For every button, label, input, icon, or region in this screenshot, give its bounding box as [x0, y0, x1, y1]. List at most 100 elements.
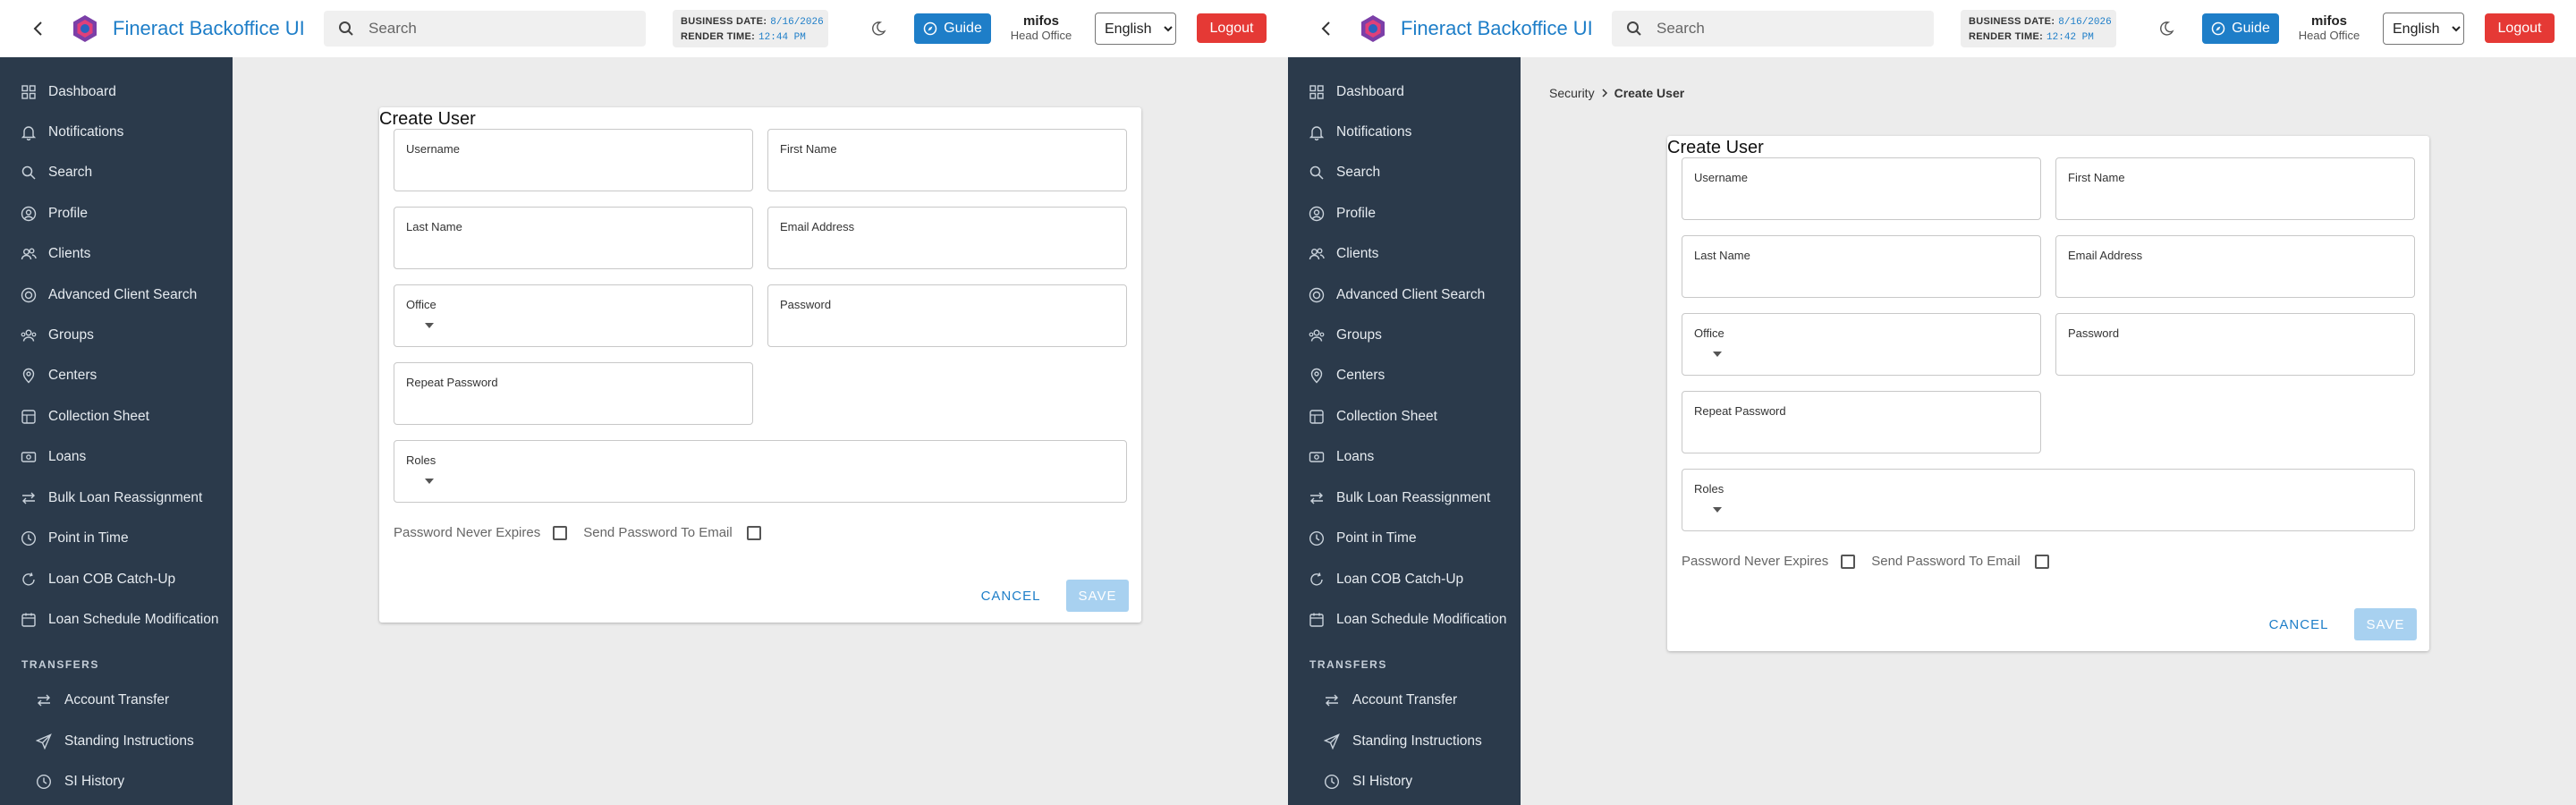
breadcrumb-security[interactable]: Security	[1549, 86, 1595, 100]
arrows-icon	[1309, 490, 1325, 506]
sidebar-item-label: Collection Sheet	[48, 409, 149, 424]
office-select[interactable]: Office	[1682, 313, 2041, 376]
sidebar-item-profile[interactable]: Profile	[1288, 196, 1521, 232]
chevron-down-icon	[425, 323, 434, 328]
sidebar-item-notifications[interactable]: Notifications	[0, 114, 233, 150]
sidebar-section-transfers: TRANSFERS	[1309, 658, 1387, 671]
field-label: Repeat Password	[406, 376, 498, 389]
sidebar-item-loans[interactable]: Loans	[0, 439, 233, 475]
sidebar-item-dashboard[interactable]: Dashboard	[0, 74, 233, 110]
office-select[interactable]: Office	[394, 284, 753, 347]
repeat-password-field[interactable]: Repeat Password	[1682, 391, 2041, 453]
repeat-password-field[interactable]: Repeat Password	[394, 362, 753, 425]
password-never-expires-checkbox[interactable]	[553, 525, 568, 540]
roles-select[interactable]: Roles	[1682, 469, 2415, 531]
email-field[interactable]: Email Address	[2055, 235, 2415, 298]
sidebar-item-advanced-client-search[interactable]: Advanced Client Search	[0, 277, 233, 313]
sidebar-item-label: Notifications	[1336, 124, 1412, 140]
app-title: Fineract Backoffice UI	[113, 17, 305, 39]
sidebar-item-notifications[interactable]: Notifications	[1288, 114, 1521, 150]
money-icon	[1309, 449, 1325, 465]
search-box[interactable]	[1612, 11, 1934, 47]
logout-button[interactable]: Logout	[1197, 13, 1267, 43]
sidebar-item-centers[interactable]: Centers	[0, 358, 233, 394]
sidebar-item-label: Bulk Loan Reassignment	[1336, 490, 1491, 505]
user-info[interactable]: mifos Head Office	[1007, 14, 1075, 43]
sidebar-item-groups[interactable]: Groups	[1288, 318, 1521, 353]
sidebar-item-collection-sheet[interactable]: Collection Sheet	[0, 399, 233, 435]
sidebar-item-loan-schedule-modification[interactable]: Loan Schedule Modification	[0, 602, 233, 638]
cancel-button[interactable]: CANCEL	[975, 580, 1046, 612]
cancel-button[interactable]: CANCEL	[2263, 608, 2334, 640]
sidebar-item-advanced-client-search[interactable]: Advanced Client Search	[1288, 277, 1521, 313]
sidebar-item-loan-cob-catch-up[interactable]: Loan COB Catch-Up	[0, 562, 233, 597]
clock-icon	[1324, 774, 1340, 790]
roles-select[interactable]: Roles	[394, 440, 1127, 503]
search-box[interactable]	[324, 11, 646, 47]
first-name-field[interactable]: First Name	[2055, 157, 2415, 220]
sidebar-item-bulk-loan-reassignment[interactable]: Bulk Loan Reassignment	[0, 480, 233, 516]
guide-button[interactable]: Guide	[2202, 13, 2279, 44]
search-input[interactable]	[1655, 19, 1918, 38]
send-password-checkbox[interactable]	[2034, 554, 2049, 569]
sidebar-item-label: Notifications	[48, 124, 124, 140]
sidebar-item-label: Profile	[48, 206, 88, 221]
send-icon	[36, 733, 52, 750]
language-select[interactable]: English	[1095, 13, 1176, 45]
last-name-field[interactable]: Last Name	[1682, 235, 2041, 298]
save-button[interactable]: SAVE	[2354, 608, 2417, 640]
moon-icon[interactable]	[869, 20, 887, 38]
logout-button[interactable]: Logout	[2485, 13, 2555, 43]
sidebar-item-dashboard[interactable]: Dashboard	[1288, 74, 1521, 110]
chevron-down-icon	[1713, 507, 1722, 513]
sidebar-item-si-history[interactable]: SI History	[1288, 764, 1521, 800]
save-button[interactable]: SAVE	[1066, 580, 1129, 612]
last-name-field[interactable]: Last Name	[394, 207, 753, 269]
form-title: Create User	[379, 109, 476, 129]
sidebar-item-label: Standing Instructions	[1352, 733, 1482, 749]
username-field[interactable]: Username	[394, 129, 753, 191]
sidebar-item-groups[interactable]: Groups	[0, 318, 233, 353]
sidebar-item-search[interactable]: Search	[1288, 155, 1521, 191]
app-window-1: Fineract Backoffice UI BUSINESS DATE:8/1…	[0, 0, 1288, 805]
chevron-down-icon	[425, 479, 434, 484]
sidebar-item-loan-schedule-modification[interactable]: Loan Schedule Modification	[1288, 602, 1521, 638]
username-field[interactable]: Username	[1682, 157, 2041, 220]
sidebar-item-clients[interactable]: Clients	[1288, 236, 1521, 272]
password-never-expires-checkbox[interactable]	[1841, 554, 1856, 569]
sidebar-item-clients[interactable]: Clients	[0, 236, 233, 272]
bell-icon	[1309, 124, 1325, 140]
user-info[interactable]: mifos Head Office	[2295, 14, 2363, 43]
sidebar-item-point-in-time[interactable]: Point in Time	[1288, 521, 1521, 556]
sidebar-item-search[interactable]: Search	[0, 155, 233, 191]
password-field[interactable]: Password	[767, 284, 1127, 347]
sidebar-item-standing-instructions[interactable]: Standing Instructions	[1288, 724, 1521, 759]
sheet-icon	[1309, 409, 1325, 425]
first-name-field[interactable]: First Name	[767, 129, 1127, 191]
search-input[interactable]	[367, 19, 630, 38]
back-arrow-icon[interactable]	[1315, 17, 1338, 40]
back-arrow-icon[interactable]	[27, 17, 50, 40]
email-field[interactable]: Email Address	[767, 207, 1127, 269]
language-select[interactable]: English	[2383, 13, 2464, 45]
sidebar-item-standing-instructions[interactable]: Standing Instructions	[0, 724, 233, 759]
sidebar-item-profile[interactable]: Profile	[0, 196, 233, 232]
password-field[interactable]: Password	[2055, 313, 2415, 376]
field-label: Email Address	[780, 220, 855, 233]
chevron-right-icon	[1602, 89, 1607, 97]
sidebar-item-collection-sheet[interactable]: Collection Sheet	[1288, 399, 1521, 435]
sidebar-item-centers[interactable]: Centers	[1288, 358, 1521, 394]
guide-button[interactable]: Guide	[914, 13, 991, 44]
moon-icon[interactable]	[2157, 20, 2175, 38]
group-icon	[21, 327, 37, 343]
business-date-panel: BUSINESS DATE: 8/16/2026 RENDER TIME: 12:4…	[673, 10, 828, 47]
send-password-checkbox[interactable]	[746, 525, 761, 540]
sidebar-item-point-in-time[interactable]: Point in Time	[0, 521, 233, 556]
sidebar-item-loan-cob-catch-up[interactable]: Loan COB Catch-Up	[1288, 562, 1521, 597]
sidebar-item-bulk-loan-reassignment[interactable]: Bulk Loan Reassignment	[1288, 480, 1521, 516]
sidebar-item-account-transfer[interactable]: Account Transfer	[1288, 682, 1521, 718]
sidebar-item-loans[interactable]: Loans	[1288, 439, 1521, 475]
target-icon	[1309, 287, 1325, 303]
sidebar-item-account-transfer[interactable]: Account Transfer	[0, 682, 233, 718]
sidebar-item-si-history[interactable]: SI History	[0, 764, 233, 800]
